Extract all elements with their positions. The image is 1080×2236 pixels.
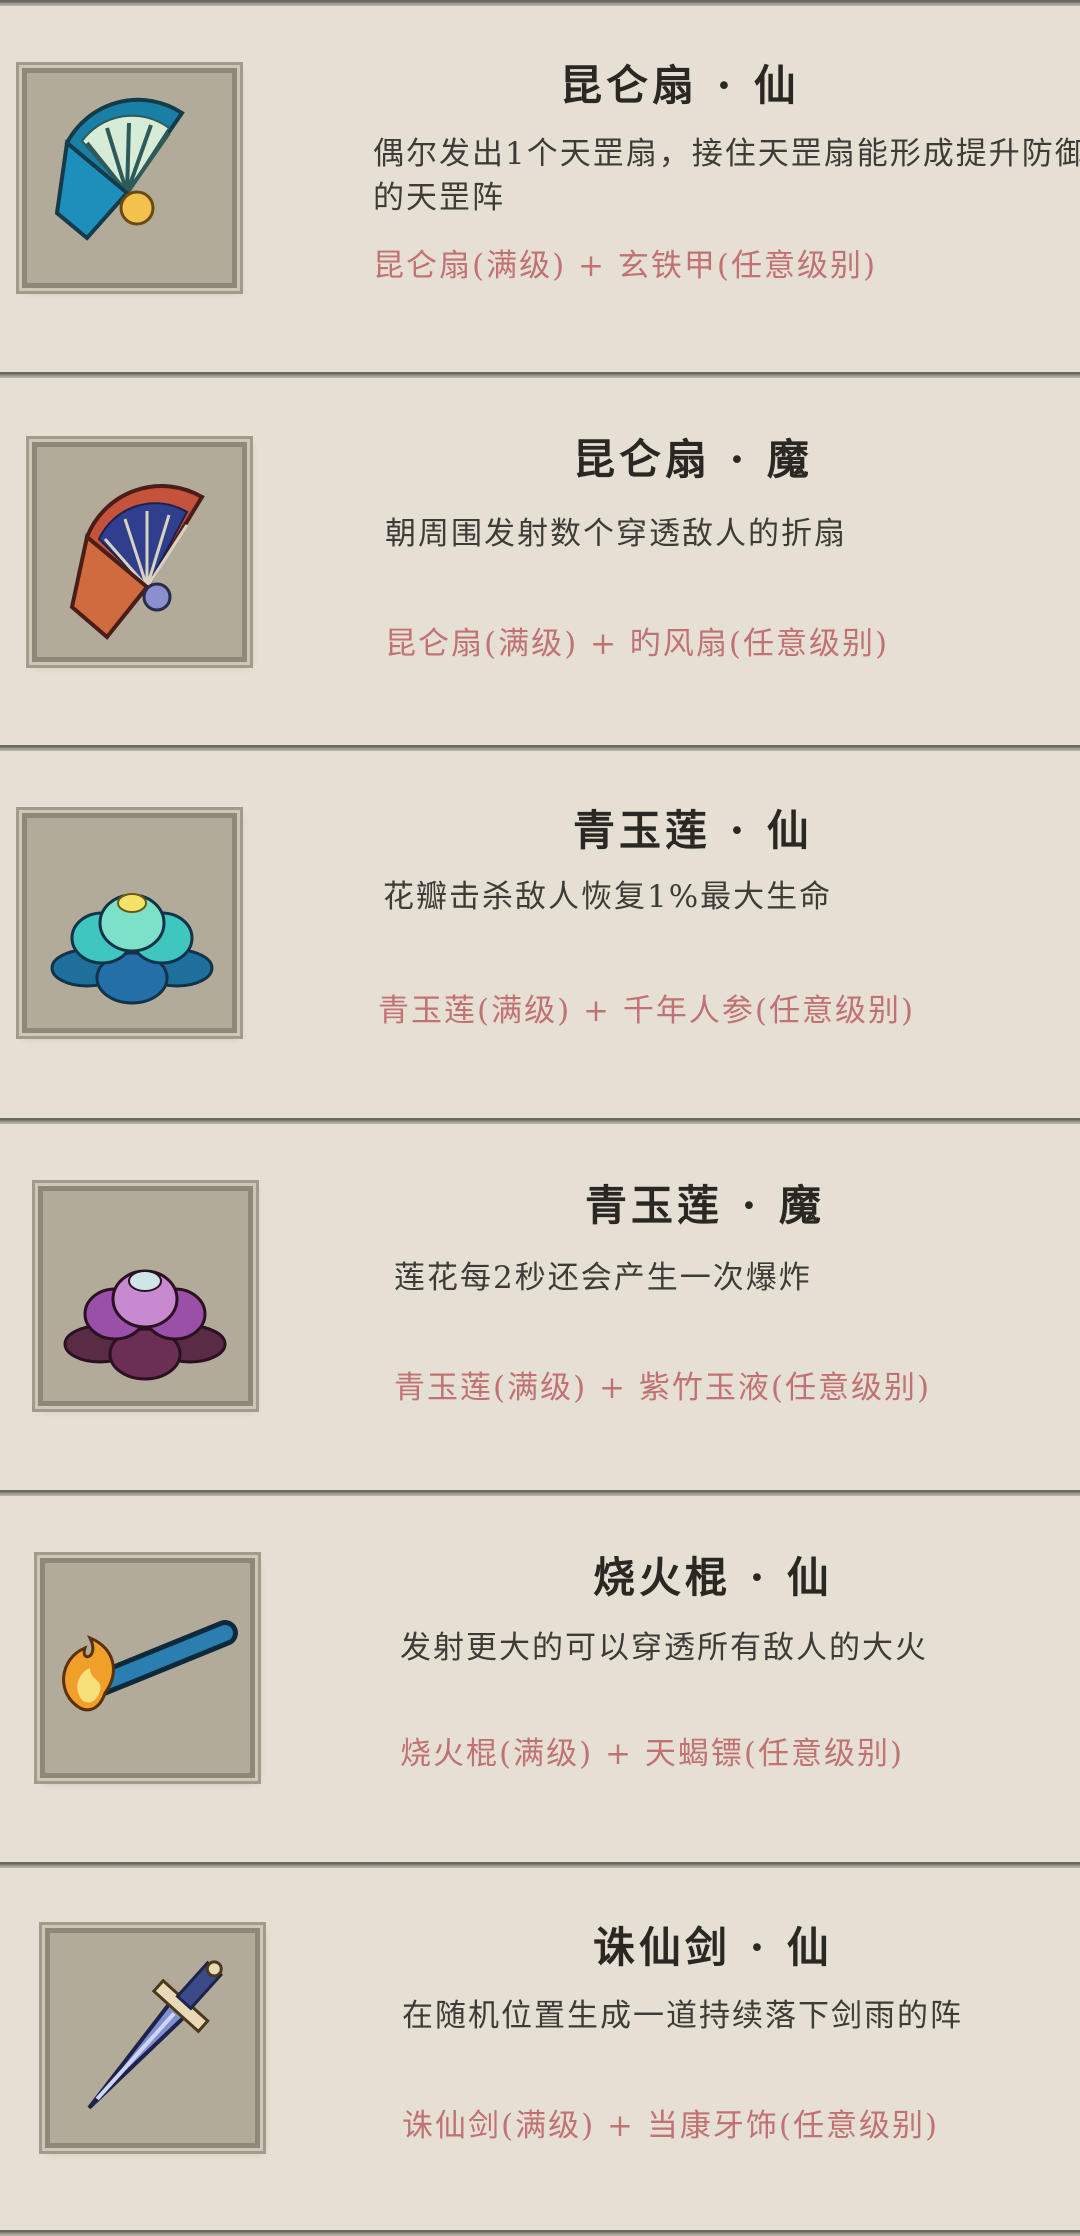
item-frame xyxy=(38,1186,253,1406)
card-recipe: 昆仑扇(满级) + 旳风扇(任意级别) xyxy=(385,626,890,662)
card-description: 莲花每2秒还会产生一次爆炸 xyxy=(394,1260,812,1296)
fusion-card[interactable]: 烧火棍 · 仙 发射更大的可以穿透所有敌人的大火 烧火棍(满级) + 天蝎镖(任… xyxy=(0,1490,1080,1862)
card-title: 烧火棍 · 仙 xyxy=(593,1553,833,1602)
purple-lotus-icon xyxy=(63,1269,227,1381)
card-description: 花瓣击杀敌人恢复1%最大生命 xyxy=(383,879,833,915)
card-description: 发射更大的可以穿透所有敌人的大火 xyxy=(400,1630,928,1666)
card-recipe: 昆仑扇(满级) + 玄铁甲(任意级别) xyxy=(373,248,878,284)
card-title: 昆仑扇 · 魔 xyxy=(573,435,813,484)
fusion-card[interactable]: 昆仑扇 · 魔 朝周围发射数个穿透敌人的折扇 昆仑扇(满级) + 旳风扇(任意级… xyxy=(0,372,1080,745)
item-frame xyxy=(45,1928,260,2148)
card-recipe: 诛仙剑(满级) + 当康牙饰(任意级别) xyxy=(402,2108,940,2144)
card-title: 青玉莲 · 仙 xyxy=(573,806,813,855)
item-frame xyxy=(40,1558,255,1778)
item-frame xyxy=(32,442,247,662)
card-description: 在随机位置生成一道持续落下剑雨的阵 xyxy=(402,1998,963,2034)
card-title: 青玉莲 · 魔 xyxy=(585,1181,825,1230)
divider xyxy=(0,2230,1080,2236)
card-description: 朝周围发射数个穿透敌人的折扇 xyxy=(385,516,847,552)
card-title: 诛仙剑 · 仙 xyxy=(593,1923,833,1972)
card-recipe: 烧火棍(满级) + 天蝎镖(任意级别) xyxy=(400,1736,905,1772)
fusion-card[interactable]: 青玉莲 · 魔 莲花每2秒还会产生一次爆炸 青玉莲(满级) + 紫竹玉液(任意级… xyxy=(0,1118,1080,1490)
card-description: 偶尔发出1个天罡扇，接住天罡扇能形成提升防御的天罡阵 xyxy=(373,136,1080,216)
fire-stick-icon xyxy=(62,1620,238,1712)
card-title: 昆仑扇 · 仙 xyxy=(560,61,800,110)
card-recipe: 青玉莲(满级) + 紫竹玉液(任意级别) xyxy=(394,1370,932,1406)
card-recipe: 青玉莲(满级) + 千年人参(任意级别) xyxy=(378,993,916,1029)
fusion-card[interactable]: 青玉莲 · 仙 花瓣击杀敌人恢复1%最大生命 青玉莲(满级) + 千年人参(任意… xyxy=(0,745,1080,1118)
teal-fan-icon xyxy=(54,97,185,241)
item-frame xyxy=(22,813,237,1033)
red-fan-icon xyxy=(69,484,205,640)
sword-icon xyxy=(87,1960,224,2110)
fusion-card[interactable]: 昆仑扇 · 仙 偶尔发出1个天罡扇，接住天罡扇能形成提升防御的天罡阵 昆仑扇(满… xyxy=(0,0,1080,372)
fusion-card[interactable]: 诛仙剑 · 仙 在随机位置生成一道持续落下剑雨的阵 诛仙剑(满级) + 当康牙饰… xyxy=(0,1862,1080,2230)
teal-lotus-icon xyxy=(50,893,214,1005)
item-frame xyxy=(22,68,237,288)
